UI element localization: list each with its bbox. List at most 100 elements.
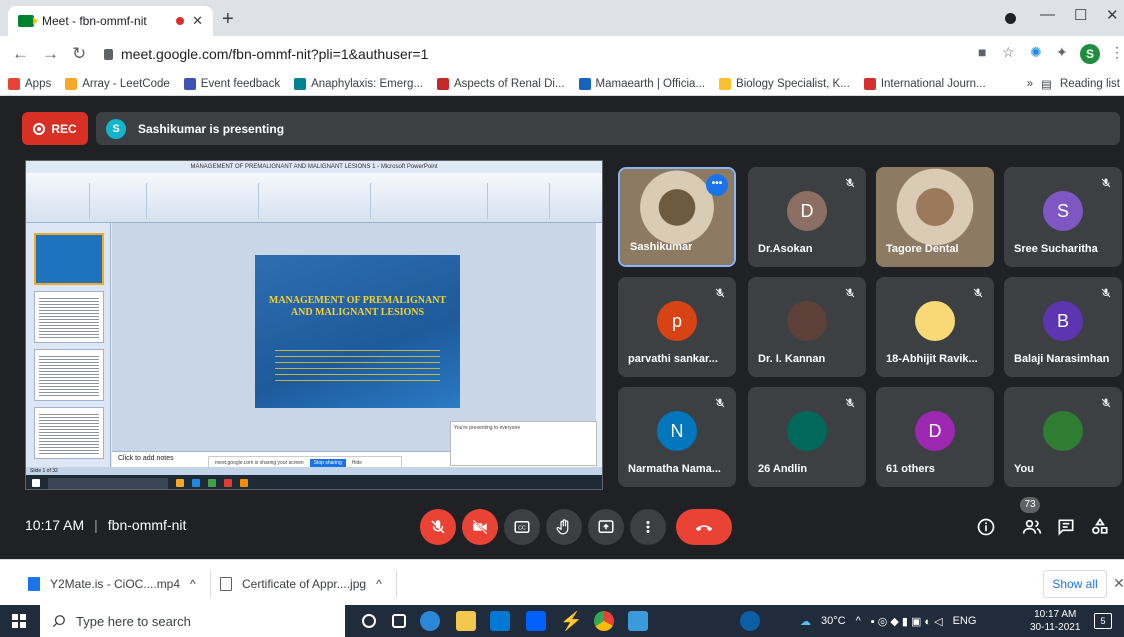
participant-tile[interactable]: D 61 others (876, 387, 994, 487)
recording-badge[interactable]: REC (22, 112, 88, 145)
close-window-button[interactable]: ✕ (1106, 6, 1119, 24)
bookmark-favicon-icon (183, 77, 196, 90)
participant-tile[interactable]: ••• Sashikumar (618, 167, 736, 267)
file-explorer-icon[interactable] (456, 611, 476, 631)
chat-button[interactable] (1056, 517, 1076, 540)
participant-tile[interactable]: p parvathi sankar... (618, 277, 736, 377)
participant-tile[interactable]: S Sree Sucharitha (1004, 167, 1122, 267)
download-item[interactable]: Y2Mate.is - CiOC....mp4 ^ (28, 570, 211, 598)
chevron-up-icon[interactable]: ^ (856, 615, 861, 627)
ppt-status-bar: Slide 1 of 32 (26, 467, 602, 475)
weather-icon: ☁ (800, 615, 811, 628)
mic-off-icon (1100, 287, 1112, 299)
help-icon[interactable] (740, 611, 760, 631)
reload-button[interactable]: ↻ (72, 44, 86, 64)
minimize-button[interactable]: — (1040, 6, 1055, 23)
participant-tile[interactable]: D Dr.Asokan (748, 167, 866, 267)
bookmark-item[interactable]: Array - LeetCode (65, 77, 170, 90)
temperature[interactable]: 30°C (821, 615, 846, 627)
bookmark-favicon-icon (436, 77, 449, 90)
bookmark-label: Array - LeetCode (82, 77, 170, 90)
raise-hand-button[interactable] (546, 509, 582, 545)
bookmark-item[interactable]: Anaphylaxis: Emerg... (294, 77, 423, 90)
bookmark-label: Mamaearth | Officia... (595, 77, 706, 90)
svg-text:CC: CC (518, 525, 526, 531)
participant-tile[interactable]: You (1004, 387, 1122, 487)
address-bar[interactable]: meet.google.com/fbn-ommf-nit?pli=1&authu… (104, 40, 964, 68)
stop-sharing-button[interactable]: Stop sharing (309, 459, 346, 467)
edge-icon[interactable] (420, 611, 440, 631)
show-all-button[interactable]: Show all (1043, 570, 1107, 598)
new-tab-button[interactable]: + (222, 8, 234, 31)
close-downloads-icon[interactable]: ✕ (1113, 575, 1124, 592)
hide-button[interactable]: Hide (352, 460, 362, 466)
chevron-up-icon[interactable]: ^ (376, 577, 382, 591)
language[interactable]: ENG (953, 615, 977, 627)
chevron-up-icon[interactable]: ^ (190, 577, 196, 591)
download-item[interactable]: Certificate of Appr....jpg ^ (220, 570, 397, 598)
maximize-button[interactable]: ☐ (1074, 6, 1087, 24)
notifications-icon[interactable]: 5 (1094, 613, 1112, 629)
present-now-button[interactable] (588, 509, 624, 545)
taskbar-search[interactable]: Type here to search (40, 605, 345, 637)
menu-kebab-icon[interactable]: ⋮ (1110, 44, 1124, 61)
extension-icon[interactable]: ✺ (1030, 44, 1042, 61)
bookmark-apps[interactable]: Apps (8, 77, 51, 90)
meet-stage: REC S Sashikumar is presenting MANAGEMEN… (0, 97, 1124, 559)
bookmark-star-icon[interactable]: ☆ (1002, 44, 1015, 61)
mic-toggle-button[interactable] (420, 509, 456, 545)
leave-call-button[interactable] (676, 509, 732, 545)
tab-meet[interactable]: Meet - fbn-ommf-nit ✕ (8, 6, 213, 36)
captions-button[interactable]: CC (504, 509, 540, 545)
more-options-icon[interactable]: ••• (706, 174, 728, 196)
more-options-button[interactable] (630, 509, 666, 545)
dropbox-icon[interactable] (526, 611, 546, 631)
chrome-icon[interactable] (594, 611, 614, 631)
slide-thumbnail[interactable] (34, 233, 104, 285)
forward-button[interactable]: → (42, 44, 59, 64)
meeting-details-button[interactable] (976, 517, 996, 540)
shared-screen[interactable]: MANAGEMENT OF PREMALIGNANT AND MALIGNANT… (25, 160, 603, 490)
back-button[interactable]: ← (12, 44, 29, 64)
people-button[interactable] (1022, 517, 1042, 540)
bookmark-item[interactable]: Mamaearth | Officia... (578, 77, 706, 90)
slide-thumbnail[interactable] (34, 291, 104, 343)
bookmark-label: Aspects of Renal Di... (453, 77, 565, 90)
power-automate-icon[interactable]: ⚡ (560, 611, 582, 631)
participant-tile[interactable]: B Balaji Narasimhan (1004, 277, 1122, 377)
cortana-icon[interactable] (362, 614, 376, 628)
task-view-icon[interactable] (392, 614, 406, 628)
current-slide: MANAGEMENT OF PREMALIGNANT AND MALIGNANT… (255, 255, 460, 408)
slide-subtitle-lines (275, 347, 440, 381)
meeting-time: 10:17 AM (25, 517, 85, 533)
taskbar-clock[interactable]: 10:17 AM 30-11-2021 (1030, 608, 1080, 634)
extensions-puzzle-icon[interactable]: ✦ (1056, 44, 1068, 61)
tab-close-icon[interactable]: ✕ (192, 13, 203, 29)
bookmarks-overflow-icon[interactable]: » (1027, 78, 1033, 90)
reading-list-button[interactable]: » ▤ Reading list (1018, 72, 1124, 95)
participant-tile[interactable]: Tagore Dental (876, 167, 994, 267)
photos-icon[interactable] (628, 611, 648, 631)
camera-icon[interactable]: ■ (978, 44, 986, 60)
profile-circle-icon[interactable] (1005, 13, 1016, 24)
participant-tile[interactable]: Dr. I. Kannan (748, 277, 866, 377)
bookmark-item[interactable]: Biology Specialist, K... (719, 77, 850, 90)
tray-icons[interactable]: ▪ ◎ ◆ ▮ ▣ ◐ ◁ (871, 615, 943, 628)
participant-tile[interactable]: N Narmatha Nama... (618, 387, 736, 487)
more-vert-icon (646, 521, 650, 533)
bookmark-item[interactable]: International Journ... (863, 77, 986, 90)
presenter-avatar: S (106, 118, 126, 139)
slide-thumbnail[interactable] (34, 349, 104, 401)
bookmark-item[interactable]: Aspects of Renal Di... (436, 77, 565, 90)
participant-tile[interactable]: 18-Abhijit Ravik... (876, 277, 994, 377)
camera-toggle-button[interactable] (462, 509, 498, 545)
activities-button[interactable] (1090, 517, 1110, 540)
participant-avatar (1043, 411, 1083, 451)
windows-start-icon[interactable] (12, 614, 26, 628)
url-text: meet.google.com/fbn-ommf-nit?pli=1&authu… (121, 46, 429, 62)
profile-avatar[interactable]: S (1080, 44, 1100, 64)
mail-icon[interactable] (490, 611, 510, 631)
slide-thumbnail[interactable] (34, 407, 104, 459)
participant-tile[interactable]: 26 Andlin (748, 387, 866, 487)
bookmark-item[interactable]: Event feedback (183, 77, 280, 90)
